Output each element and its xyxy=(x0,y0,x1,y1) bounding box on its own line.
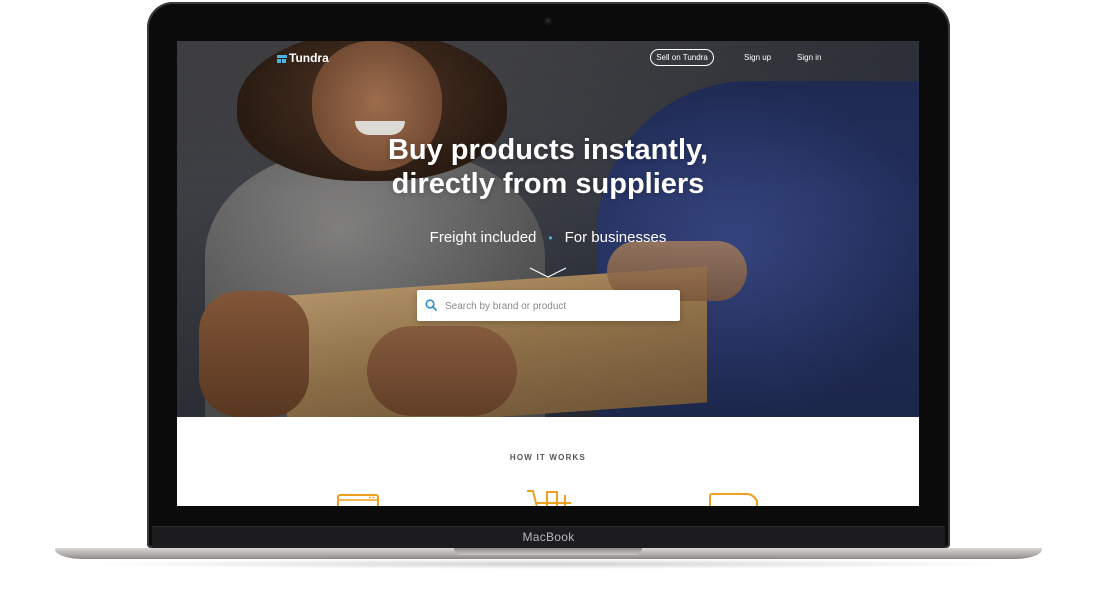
how-it-works-title: HOW IT WORKS xyxy=(509,453,587,462)
camera-icon xyxy=(544,17,552,25)
search-icon xyxy=(425,299,437,311)
truck-icon xyxy=(709,493,758,506)
hero-tagline: Freight included • For businesses xyxy=(177,229,919,246)
logo-icon xyxy=(277,53,287,63)
signup-link[interactable]: Sign up xyxy=(744,53,771,62)
headline-line-2: directly from suppliers xyxy=(391,168,705,200)
tagline-freight: Freight included xyxy=(429,229,537,246)
tagline-separator: • xyxy=(548,231,553,245)
tagline-businesses: For businesses xyxy=(564,229,667,246)
sell-on-tundra-button[interactable]: Sell on Tundra xyxy=(650,49,714,66)
device-label: MacBook xyxy=(522,530,575,544)
laptop-shadow xyxy=(80,559,1020,569)
laptop-notch xyxy=(454,548,642,555)
hero: Tundra Sell on Tundra Sign up Sign in Bu… xyxy=(177,41,919,417)
logo-text: Tundra xyxy=(289,51,329,65)
hero-headline: Buy products instantly, directly from su… xyxy=(177,133,919,201)
screen: Tundra Sell on Tundra Sign up Sign in Bu… xyxy=(177,41,919,506)
search-bar[interactable] xyxy=(417,290,680,323)
signin-link[interactable]: Sign in xyxy=(797,53,821,62)
browser-icon xyxy=(337,494,379,506)
chevron-down-icon[interactable] xyxy=(529,267,567,279)
device-brand-strip: MacBook xyxy=(152,526,945,549)
headline-line-1: Buy products instantly, xyxy=(387,134,709,166)
search-input[interactable] xyxy=(443,290,677,323)
dolly-icon xyxy=(527,490,571,506)
logo[interactable]: Tundra xyxy=(277,51,329,65)
